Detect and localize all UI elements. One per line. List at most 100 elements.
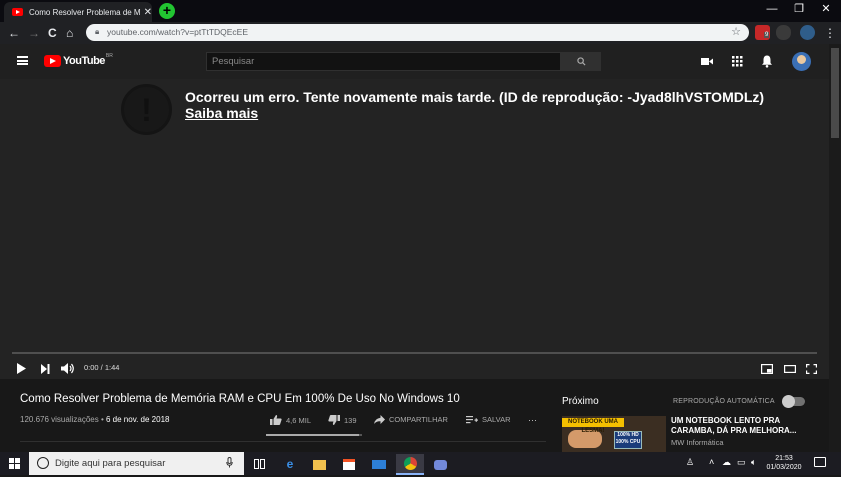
restore-icon: ❐ — [794, 3, 804, 15]
chrome-taskbar-icon[interactable] — [396, 454, 424, 475]
reload-icon[interactable]: C — [48, 25, 57, 41]
view-count: 120.676 visualizações — [20, 415, 99, 424]
next-video-icon[interactable] — [40, 364, 50, 374]
browser-toolbar: ← → C ⌂ 🔒︎ youtube.com/watch?v=ptTtTDQEc… — [0, 22, 841, 44]
dislike-button[interactable]: 139 — [328, 415, 357, 425]
task-view-icon[interactable] — [246, 454, 274, 475]
more-actions-button[interactable]: ··· — [528, 415, 537, 425]
mail-icon[interactable] — [365, 454, 393, 475]
search-icon — [576, 57, 586, 66]
next-video-thumbnail[interactable]: NOTEBOOK UMA LESMA! 100% HD 100% CPU — [562, 416, 666, 452]
up-next-heading: Próximo — [562, 396, 599, 407]
theater-mode-icon[interactable] — [784, 365, 796, 373]
youtube-play-logo-icon — [44, 55, 61, 67]
task-view-glyph — [254, 459, 265, 469]
system-clock[interactable]: 21:53 01/03/2020 — [766, 454, 802, 472]
lock-icon: 🔒︎ — [95, 27, 100, 36]
like-ratio-fill — [266, 434, 360, 436]
profile-avatar-icon[interactable] — [800, 25, 815, 40]
microphone-icon[interactable] — [226, 457, 233, 468]
play-icon[interactable] — [16, 363, 27, 374]
youtube-header: YouTube BR Pesquisar — [0, 44, 829, 79]
upload-date: 6 de nov. de 2018 — [106, 415, 170, 424]
address-url: youtube.com/watch?v=ptTtTDQEcEE — [107, 27, 249, 37]
show-hidden-icons-icon[interactable]: ˄ — [709, 457, 714, 467]
error-glyph: ! — [141, 92, 152, 128]
taskbar-search-placeholder: Digite aqui para pesquisar — [55, 458, 166, 469]
clock-time: 21:53 — [775, 455, 793, 462]
video-player[interactable]: ! Ocorreu um erro. Tente novamente mais … — [0, 79, 829, 379]
autoplay-toggle[interactable] — [782, 395, 805, 408]
apps-grid-icon[interactable] — [730, 54, 744, 68]
progress-bar[interactable] — [12, 352, 817, 354]
volume-tray-icon[interactable]: 🔈︎ — [751, 457, 756, 468]
next-video-channel[interactable]: MW Informática — [671, 438, 724, 447]
cortana-circle-icon — [37, 457, 49, 469]
windows-taskbar: Digite aqui para pesquisar e ♙ ˄ ☁ ▭ 🔈︎ … — [0, 452, 841, 475]
notifications-bell-icon[interactable] — [760, 54, 774, 68]
time-display: 0:00 / 1:44 — [84, 363, 120, 372]
home-icon[interactable]: ⌂ — [66, 25, 73, 41]
edge-browser-icon[interactable]: e — [276, 454, 304, 475]
taskbar-search-input[interactable]: Digite aqui para pesquisar — [29, 452, 244, 475]
save-button[interactable]: SALVAR — [466, 415, 510, 424]
scrollbar-thumb[interactable] — [831, 48, 839, 138]
user-avatar[interactable] — [792, 52, 811, 71]
youtube-region-label: BR — [105, 53, 113, 59]
browser-tab-title: Como Resolver Problema de Mem — [29, 7, 140, 17]
player-error-message: Ocorreu um erro. Tente novamente mais ta… — [185, 89, 765, 105]
store-icon[interactable] — [335, 454, 363, 475]
close-icon: ✕ — [821, 3, 831, 15]
file-explorer-icon[interactable] — [305, 454, 333, 475]
save-label: SALVAR — [482, 415, 511, 424]
like-ratio-bar — [266, 434, 362, 436]
search-input[interactable]: Pesquisar — [206, 52, 561, 71]
browser-tab[interactable]: Como Resolver Problema de Mem ✕ — [4, 2, 152, 22]
like-count: 4,6 MIL — [286, 415, 312, 425]
bookmark-star-icon[interactable]: ☆ — [731, 25, 741, 38]
thumbs-down-icon — [328, 415, 340, 425]
learn-more-link[interactable]: Saiba mais — [185, 105, 258, 121]
new-tab-button[interactable]: + — [159, 3, 175, 19]
back-arrow-icon[interactable]: ← — [8, 25, 20, 41]
like-button[interactable]: 4,6 MIL — [270, 415, 311, 425]
meta-separator: • — [100, 415, 104, 424]
discord-icon[interactable] — [426, 454, 454, 475]
youtube-logo[interactable]: YouTube BR — [44, 53, 113, 67]
save-playlist-icon — [466, 416, 478, 424]
youtube-favicon-icon — [12, 8, 23, 16]
search-placeholder: Pesquisar — [212, 56, 255, 67]
browser-tab-strip: Como Resolver Problema de Mem ✕ + — ❐ ✕ — [0, 0, 841, 22]
hamburger-menu-icon[interactable] — [17, 56, 28, 65]
people-icon[interactable]: ♙ — [686, 457, 694, 468]
glasses-extension-icon[interactable] — [776, 25, 791, 40]
window-close-button[interactable]: ✕ — [810, 0, 841, 20]
tab-close-icon[interactable]: ✕ — [144, 7, 152, 18]
thumbnail-chip-label: 100% HD 100% CPU — [614, 431, 642, 449]
action-center-icon[interactable] — [814, 457, 826, 467]
info-divider — [20, 441, 546, 442]
create-video-icon[interactable] — [700, 54, 714, 68]
adblock-extension-icon[interactable]: 9 — [755, 25, 770, 40]
dislike-count: 139 — [344, 415, 357, 425]
forward-arrow-icon[interactable]: → — [28, 25, 40, 41]
video-title: Como Resolver Problema de Memória RAM e … — [20, 393, 460, 405]
windows-start-icon[interactable] — [9, 458, 20, 469]
share-arrow-icon — [374, 415, 385, 424]
onedrive-cloud-icon[interactable]: ☁ — [722, 457, 731, 468]
youtube-logo-text: YouTube — [63, 55, 105, 67]
address-bar[interactable]: 🔒︎ youtube.com/watch?v=ptTtTDQEcEE ☆ — [86, 24, 749, 41]
volume-icon[interactable] — [61, 363, 75, 374]
network-icon[interactable]: ▭ — [737, 457, 746, 468]
fullscreen-icon[interactable] — [806, 364, 817, 374]
minimize-icon: — — [766, 3, 778, 15]
autoplay-label: REPRODUÇÃO AUTOMÁTICA — [673, 398, 775, 405]
next-video-title[interactable]: UM NOTEBOOK LENTO PRA CARAMBA, DÁ PRA ME… — [671, 416, 821, 436]
miniplayer-icon[interactable] — [761, 364, 773, 374]
chrome-menu-icon[interactable]: ⋮ — [824, 25, 836, 41]
search-button[interactable] — [561, 52, 601, 71]
video-meta: 120.676 visualizações • 6 de nov. de 201… — [20, 415, 169, 424]
share-label: COMPARTILHAR — [389, 415, 448, 424]
share-button[interactable]: COMPARTILHAR — [374, 415, 448, 424]
extension-badge: 9 — [764, 32, 770, 38]
